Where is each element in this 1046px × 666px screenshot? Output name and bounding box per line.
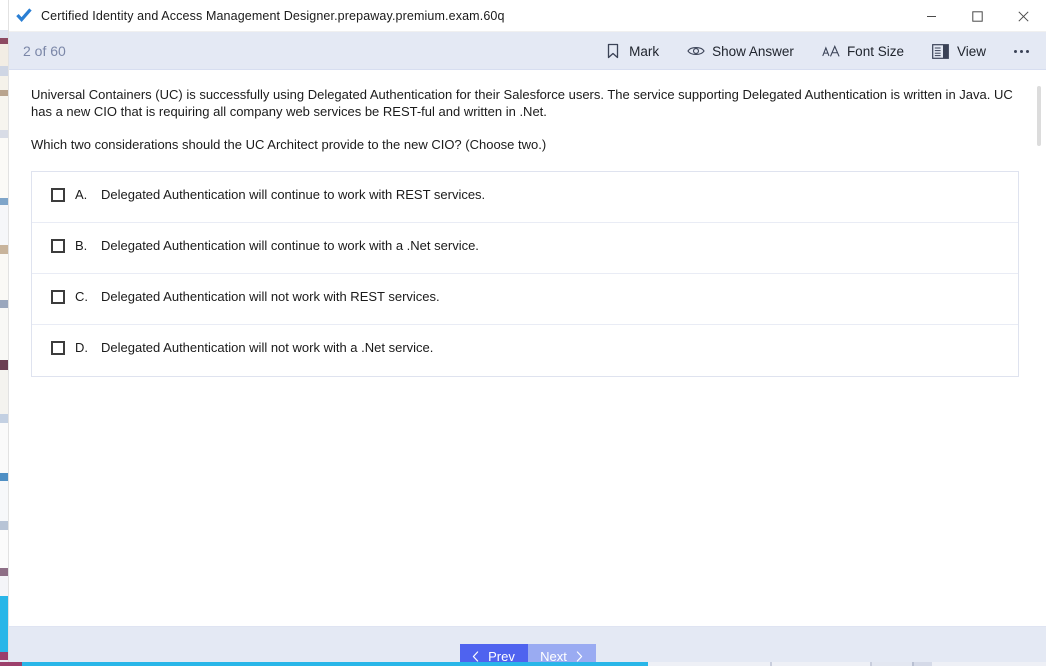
exam-toolbar: 2 of 60 Mark Show Answer Font Size View bbox=[9, 32, 1046, 70]
eye-icon bbox=[687, 42, 705, 60]
close-icon bbox=[1017, 10, 1029, 22]
maximize-icon bbox=[971, 10, 983, 22]
question-counter: 2 of 60 bbox=[23, 42, 66, 59]
blue-checkmark-logo-icon bbox=[15, 7, 33, 25]
option-text-a: Delegated Authentication will continue t… bbox=[101, 187, 486, 202]
checkbox-d[interactable] bbox=[51, 340, 65, 355]
question-content: Universal Containers (UC) is successfull… bbox=[9, 70, 1046, 626]
option-letter-a: A. bbox=[75, 187, 88, 202]
content-scrollbar[interactable] bbox=[1034, 70, 1044, 626]
option-letter-d: D. bbox=[75, 340, 88, 355]
answer-option-b[interactable]: B. Delegated Authentication will continu… bbox=[32, 223, 1018, 274]
checkbox-b[interactable] bbox=[51, 238, 65, 253]
more-options-button[interactable] bbox=[1006, 37, 1036, 65]
option-text-d: Delegated Authentication will not work w… bbox=[101, 340, 434, 355]
answer-option-c[interactable]: C. Delegated Authentication will not wor… bbox=[32, 274, 1018, 325]
ellipsis-icon bbox=[1013, 49, 1029, 53]
font-size-button[interactable]: Font Size bbox=[811, 37, 915, 65]
question-prompt: Which two considerations should the UC A… bbox=[31, 137, 547, 152]
font-size-label: Font Size bbox=[846, 43, 904, 59]
option-text-c: Delegated Authentication will not work w… bbox=[101, 289, 440, 304]
app-root: Certified Identity and Access Management… bbox=[0, 0, 1046, 666]
scrollbar-thumb[interactable] bbox=[1037, 86, 1041, 146]
show-answer-label: Show Answer bbox=[712, 43, 794, 59]
maximize-button[interactable] bbox=[954, 0, 1000, 32]
bookmark-icon bbox=[604, 42, 622, 60]
option-letter-b: B. bbox=[75, 238, 88, 253]
chevron-left-icon bbox=[472, 651, 479, 662]
window-controls bbox=[908, 0, 1046, 32]
checkbox-c[interactable] bbox=[51, 289, 65, 304]
question-paragraph: Universal Containers (UC) is successfull… bbox=[31, 87, 1013, 119]
option-text-b: Delegated Authentication will continue t… bbox=[101, 238, 479, 253]
show-answer-button[interactable]: Show Answer bbox=[676, 37, 805, 65]
view-panel-icon bbox=[932, 42, 950, 60]
chevron-right-icon bbox=[576, 651, 583, 662]
background-window-sliver bbox=[0, 0, 8, 666]
window-title: Certified Identity and Access Management… bbox=[41, 8, 505, 23]
answer-options-list: A. Delegated Authentication will continu… bbox=[31, 171, 1019, 377]
minimize-icon bbox=[926, 15, 936, 17]
title-bar: Certified Identity and Access Management… bbox=[9, 0, 1046, 32]
option-letter-c: C. bbox=[75, 289, 88, 304]
navigation-footer: Prev Next bbox=[9, 626, 1046, 666]
close-button[interactable] bbox=[1000, 0, 1046, 32]
mark-label: Mark bbox=[629, 43, 660, 59]
answer-option-a[interactable]: A. Delegated Authentication will continu… bbox=[32, 172, 1018, 223]
mark-button[interactable]: Mark bbox=[593, 37, 670, 65]
minimize-button[interactable] bbox=[908, 0, 954, 32]
view-label: View bbox=[956, 43, 986, 59]
desktop-taskbar-strip[interactable] bbox=[0, 662, 1046, 666]
toolbar-actions: Mark Show Answer Font Size View bbox=[590, 32, 1038, 70]
checkbox-a[interactable] bbox=[51, 187, 65, 202]
answer-option-d[interactable]: D. Delegated Authentication will not wor… bbox=[32, 325, 1018, 376]
view-button[interactable]: View bbox=[921, 37, 997, 65]
exam-window: Certified Identity and Access Management… bbox=[8, 0, 1046, 666]
font-size-icon bbox=[822, 42, 840, 60]
